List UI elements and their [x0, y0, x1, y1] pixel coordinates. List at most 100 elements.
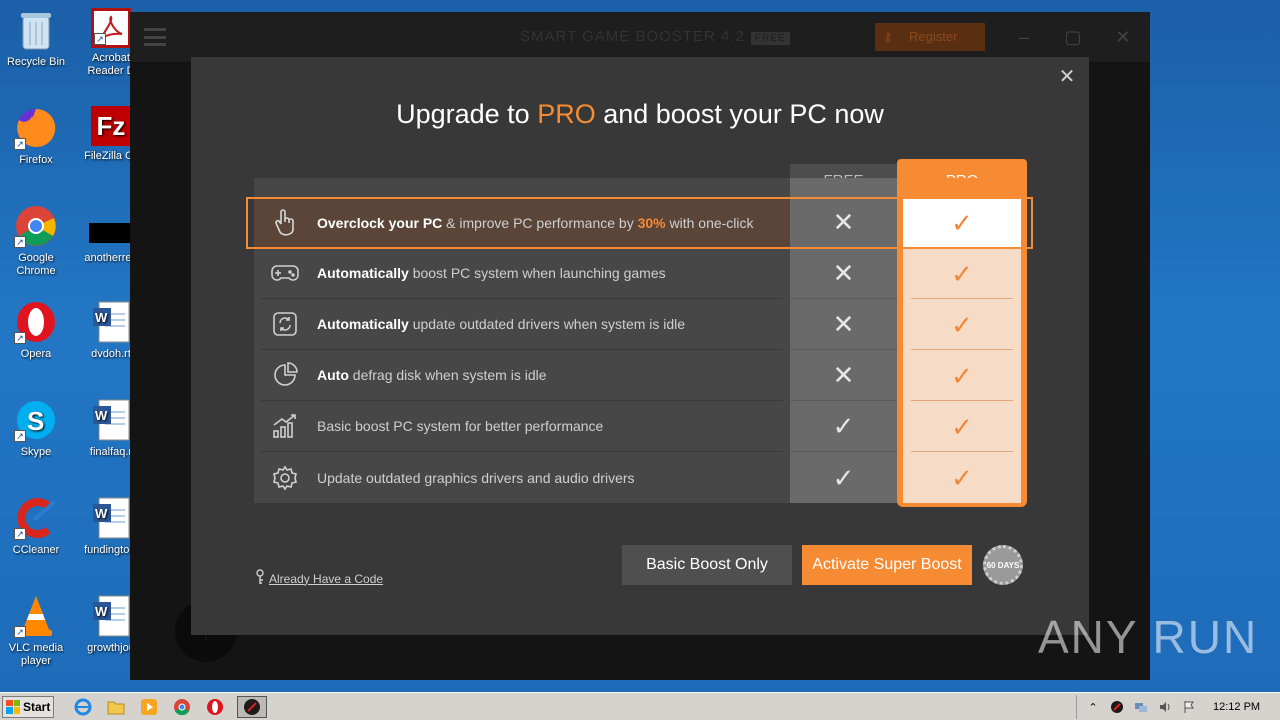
- x-mark-icon: ✕: [832, 309, 855, 339]
- svg-text:W: W: [95, 604, 108, 619]
- check-mark-icon: ✓: [832, 411, 855, 441]
- word-document-icon: W: [89, 398, 133, 442]
- media-player-icon[interactable]: [138, 696, 160, 718]
- windows-logo-icon: [6, 699, 20, 714]
- folder-icon[interactable]: [105, 696, 127, 718]
- register-button[interactable]: ⚷ Register: [875, 23, 985, 51]
- pie-chart-icon: [269, 359, 301, 391]
- desktop-icon-label: VLC media player: [8, 642, 64, 667]
- volume-icon[interactable]: [1157, 699, 1173, 715]
- register-button-label: Register: [909, 29, 958, 44]
- ccleaner-icon: ↗: [14, 496, 58, 540]
- gamepad-icon: [269, 257, 301, 289]
- free-cell: ✕: [790, 248, 897, 299]
- modal-title-prefix: Upgrade to: [396, 99, 538, 129]
- feature-row: Update outdated graphics drivers and aud…: [254, 452, 1027, 507]
- desktop-icon-skype[interactable]: S ↗ Skype: [0, 398, 72, 459]
- feature-text: Automatically boost PC system when launc…: [317, 265, 666, 281]
- opera-taskbar-icon[interactable]: [204, 696, 226, 718]
- check-mark-icon: ✓: [951, 309, 973, 340]
- key-icon: ⚷: [883, 29, 893, 44]
- app-title-text: SMART GAME BOOSTER 4.2: [520, 28, 745, 45]
- free-cell: ✓: [790, 452, 897, 503]
- desktop-icon-recycle-bin[interactable]: Recycle Bin: [0, 8, 72, 69]
- desktop-icon-ccleaner[interactable]: ↗ CCleaner: [0, 496, 72, 557]
- feature-row: Basic boost PC system for better perform…: [254, 401, 1027, 452]
- svg-text:W: W: [95, 310, 108, 325]
- free-cell: ✕: [790, 197, 897, 248]
- start-button[interactable]: Start: [2, 695, 54, 718]
- game-booster-taskbar-icon[interactable]: [237, 695, 267, 718]
- basic-boost-only-button[interactable]: Basic Boost Only: [622, 545, 792, 585]
- shortcut-arrow-icon: ↗: [14, 430, 26, 442]
- x-mark-icon: ✕: [832, 360, 855, 390]
- network-icon[interactable]: [1133, 699, 1149, 715]
- gear-icon: [269, 462, 301, 494]
- acrobat-icon: ↗: [91, 8, 131, 48]
- check-mark-icon: ✓: [832, 462, 855, 493]
- desktop-icon-label: growthjou: [87, 642, 135, 654]
- feature-text: Overclock your PC & improve PC performan…: [317, 214, 754, 231]
- minimize-icon[interactable]: –: [1013, 26, 1035, 48]
- hamburger-menu-icon[interactable]: [144, 28, 166, 46]
- pro-cell: ✓: [897, 299, 1027, 350]
- skype-icon: S ↗: [14, 398, 58, 442]
- desktop-icon-firefox[interactable]: ↗ Firefox: [0, 106, 72, 167]
- pro-cell: ✓: [897, 350, 1027, 401]
- key-icon: [255, 569, 265, 588]
- chrome-icon: ↗: [14, 204, 58, 248]
- money-back-badge-icon: 60 DAYS: [983, 545, 1023, 585]
- feature-row: Auto defrag disk when system is idle ✕ ✓: [254, 350, 1027, 401]
- desktop-icon-label: dvdoh.rt: [91, 348, 131, 360]
- free-cell: ✓: [790, 401, 897, 452]
- tray-expand-icon[interactable]: ⌃: [1085, 699, 1101, 715]
- anyrun-watermark: ANY RUN: [1038, 610, 1258, 664]
- desktop-icon-label: Google Chrome: [16, 252, 56, 277]
- desktop-icon-label: Recycle Bin: [6, 56, 66, 68]
- feature-row: Overclock your PC & improve PC performan…: [254, 197, 1027, 248]
- pro-cell: ✓: [897, 452, 1027, 507]
- close-window-icon[interactable]: ✕: [1112, 26, 1134, 48]
- taskbar-clock[interactable]: 12:12 PM: [1213, 701, 1260, 713]
- internet-explorer-icon[interactable]: [72, 696, 94, 718]
- app-titlebar: SMART GAME BOOSTER 4.2 FREE ⚷ Register – …: [130, 12, 1150, 62]
- maximize-icon[interactable]: ▢: [1062, 26, 1084, 48]
- desktop-icon-vlc[interactable]: ↗ VLC media player: [0, 594, 72, 668]
- app-title-badge: FREE: [750, 32, 790, 45]
- free-cell: ✕: [790, 350, 897, 401]
- modal-title-suffix: and boost your PC now: [595, 99, 884, 129]
- x-mark-icon: ✕: [832, 207, 855, 237]
- shortcut-arrow-icon: ↗: [14, 528, 26, 540]
- svg-text:W: W: [95, 506, 108, 521]
- pro-cell: ✓: [897, 401, 1027, 452]
- desktop-icon-label: Firefox: [19, 154, 53, 166]
- check-mark-icon: ✓: [951, 360, 973, 391]
- chrome-taskbar-icon[interactable]: [171, 696, 193, 718]
- desktop-icon-chrome[interactable]: ↗ Google Chrome: [0, 204, 72, 278]
- word-document-icon: W: [89, 594, 133, 638]
- shortcut-arrow-icon: ↗: [94, 33, 106, 45]
- svg-text:S: S: [27, 406, 44, 436]
- feature-row: Automatically boost PC system when launc…: [254, 248, 1027, 299]
- filezilla-icon: Fz: [91, 106, 131, 146]
- check-mark-icon: ✓: [951, 462, 973, 493]
- tray-booster-icon[interactable]: [1109, 699, 1125, 715]
- shortcut-arrow-icon: ↗: [14, 236, 26, 248]
- black-file-icon: [89, 204, 133, 248]
- start-label: Start: [23, 699, 51, 714]
- check-mark-icon: ✓: [951, 411, 973, 442]
- feature-text: Automatically update outdated drivers wh…: [317, 316, 686, 332]
- hand-pointer-icon: [269, 207, 301, 239]
- desktop-icon-label: finalfaq.r: [89, 446, 133, 458]
- word-document-icon: W: [89, 300, 133, 344]
- svg-text:W: W: [95, 408, 108, 423]
- watermark-text: ANY RUN: [1038, 611, 1259, 663]
- desktop-icon-opera[interactable]: ↗ Opera: [0, 300, 72, 361]
- already-have-code-link[interactable]: Already Have a Code: [255, 569, 383, 588]
- desktop-icon-label: Skype: [20, 446, 52, 458]
- free-cell: ✕: [790, 299, 897, 350]
- modal-close-icon[interactable]: ✕: [1057, 67, 1077, 87]
- desktop-icon-label: CCleaner: [12, 544, 60, 556]
- action-center-flag-icon[interactable]: [1181, 699, 1197, 715]
- activate-super-boost-button[interactable]: Activate Super Boost: [802, 545, 972, 585]
